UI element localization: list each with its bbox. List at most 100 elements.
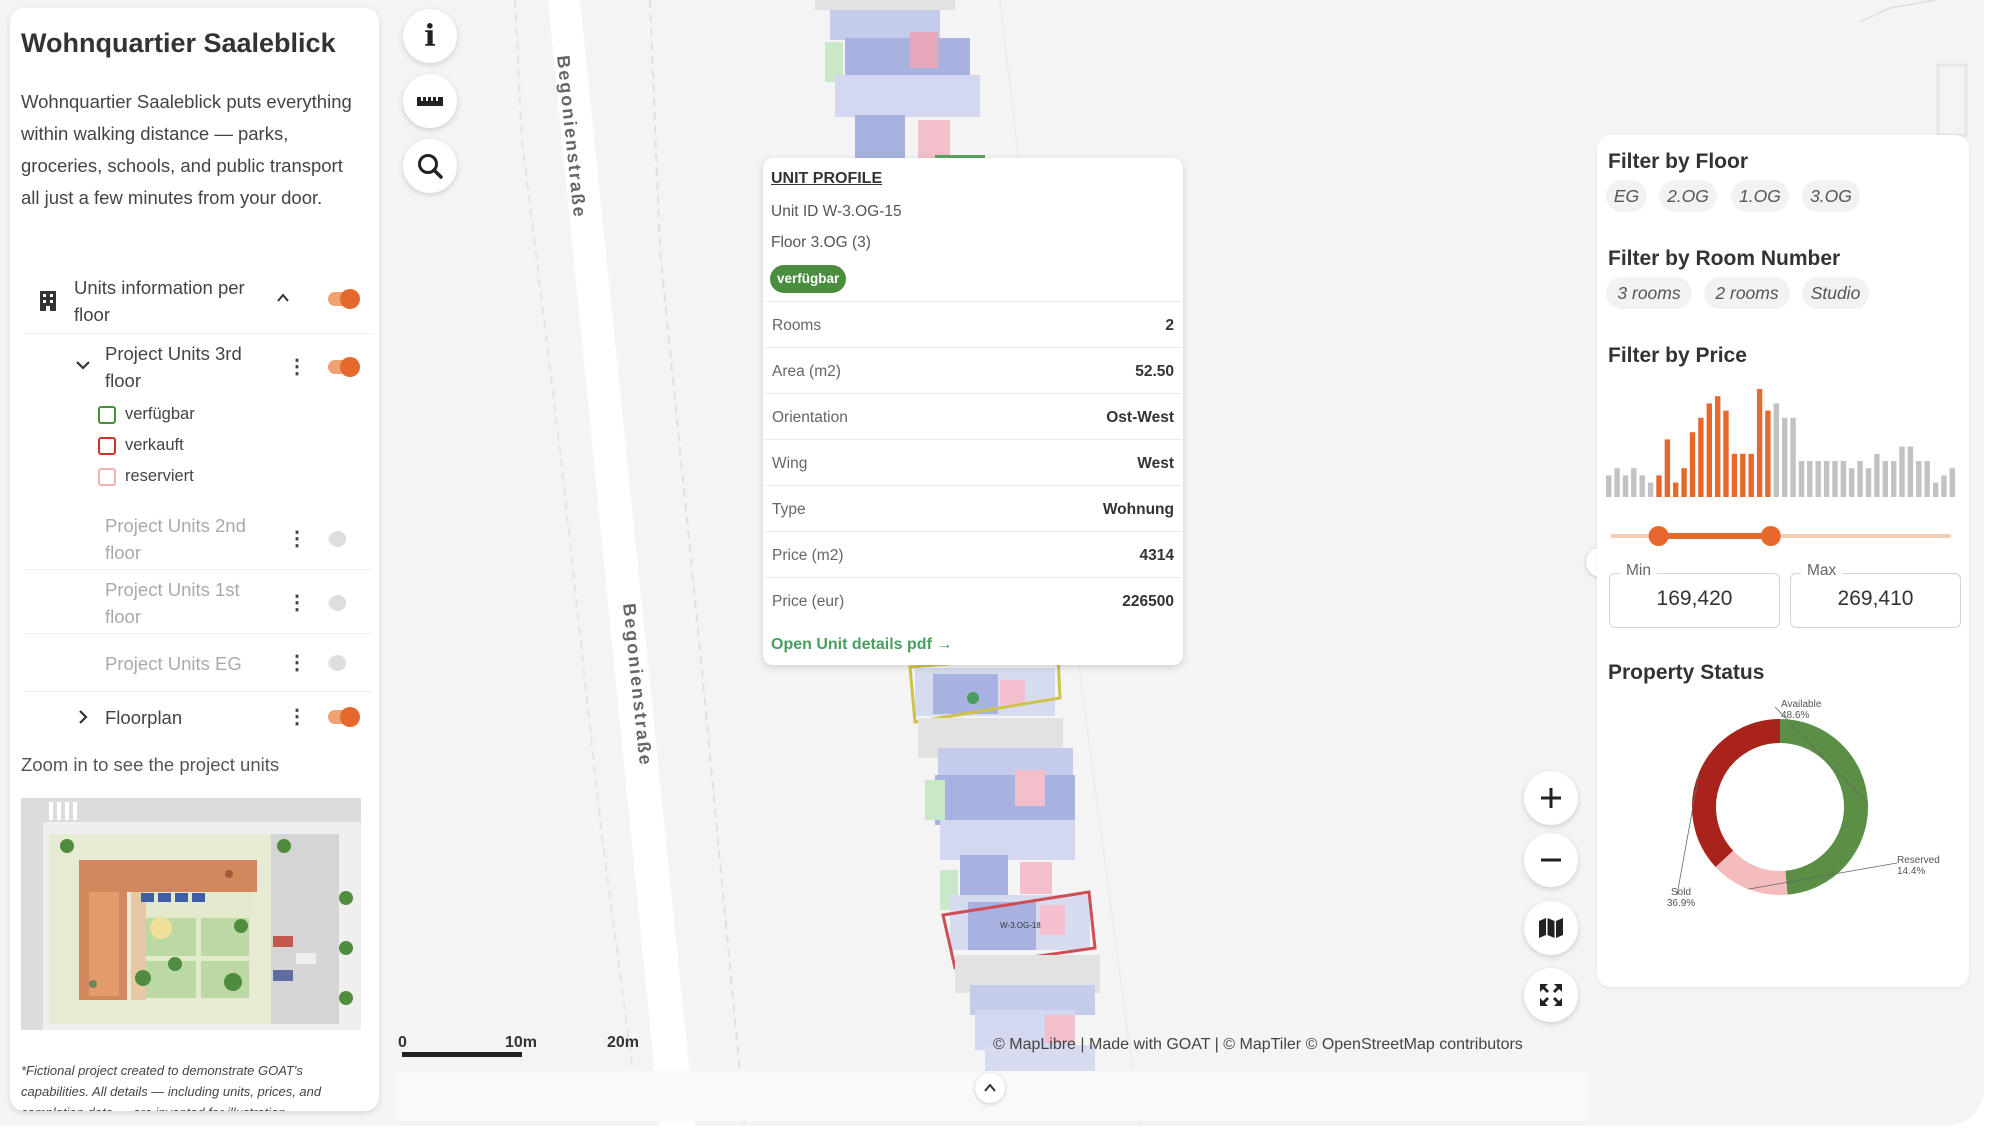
- more-options-icon[interactable]: ⋮: [287, 356, 307, 378]
- fullscreen-button[interactable]: [1524, 968, 1578, 1022]
- histogram-bar: [1756, 389, 1763, 497]
- layer-toggle-3rd-floor[interactable]: [328, 357, 360, 377]
- histogram-bar: [1664, 439, 1671, 497]
- histogram-bar: [1723, 410, 1729, 497]
- donut-slice-sold[interactable]: [1692, 719, 1781, 867]
- legend-swatch-sold: [98, 437, 116, 455]
- histogram-bar: [1941, 475, 1947, 497]
- more-options-icon[interactable]: ⋮: [287, 706, 307, 728]
- zoom-in-button[interactable]: [1524, 771, 1578, 825]
- layer-units-3rd-floor[interactable]: Project Units 3rd floor ⋮: [25, 334, 373, 398]
- map-attribution: © MapLibre | Made with GOAT | © MapTiler…: [993, 1036, 1523, 1053]
- histogram-bar: [1731, 453, 1738, 497]
- popup-title: UNIT PROFILE: [771, 170, 883, 187]
- histogram-bar: [1656, 475, 1662, 497]
- more-options-icon[interactable]: ⋮: [287, 528, 307, 550]
- chevron-right-icon[interactable]: [74, 706, 92, 732]
- slider-max-handle[interactable]: [1760, 526, 1781, 546]
- price-min-label: Min: [1620, 562, 1657, 580]
- rooms-chip-3[interactable]: 3 rooms: [1606, 277, 1692, 309]
- filter-floor-title: Filter by Floor: [1608, 150, 1749, 173]
- layer-toggle-units-info[interactable]: [328, 289, 360, 309]
- layer-group-units-info[interactable]: Units information per floor: [25, 266, 373, 334]
- donut-label: Sold: [1671, 887, 1691, 898]
- measure-button[interactable]: [403, 74, 457, 128]
- legend-label-reserved: reserviert: [125, 467, 194, 485]
- popup-row-rooms: Rooms 2: [764, 301, 1182, 347]
- zoom-out-button[interactable]: [1524, 833, 1578, 887]
- legend-swatch-reserved: [98, 468, 116, 486]
- histogram-bar: [1840, 461, 1847, 497]
- search-button[interactable]: [403, 139, 457, 193]
- legend-label-available: verfügbar: [125, 405, 195, 423]
- unit-floor: Floor 3.OG (3): [771, 234, 871, 251]
- floor-chip-eg[interactable]: EG: [1606, 180, 1647, 212]
- histogram-bar: [1916, 461, 1922, 497]
- donut-percent: 48.6%: [1781, 710, 1809, 721]
- more-options-icon[interactable]: ⋮: [287, 652, 307, 674]
- layer-label-floorplan: Floorplan: [105, 707, 183, 728]
- property-status-title: Property Status: [1608, 661, 1765, 684]
- slider-selected-range: [1658, 533, 1771, 539]
- info-icon: i: [424, 18, 436, 54]
- layer-label-1st-floor: Project Units 1st floor: [105, 579, 240, 627]
- floor-chip-1og[interactable]: 1.OG: [1731, 180, 1789, 212]
- histogram-bar: [1773, 403, 1779, 497]
- histogram-bar: [1899, 446, 1905, 497]
- scale-bar: [402, 1052, 522, 1057]
- histogram-bar: [1949, 468, 1955, 497]
- donut-slice-available[interactable]: [1779, 719, 1868, 895]
- scale-label-20m: 20m: [607, 1034, 640, 1051]
- slider-min-handle[interactable]: [1648, 526, 1669, 546]
- layer-units-1st-floor[interactable]: Project Units 1st floor ⋮: [25, 570, 373, 634]
- layer-toggle-floorplan[interactable]: [328, 707, 360, 727]
- histogram-bar: [1865, 468, 1872, 497]
- more-options-icon[interactable]: ⋮: [287, 592, 307, 614]
- path: [1859, 0, 1936, 23]
- layer-floorplan[interactable]: Floorplan ⋮: [25, 692, 373, 742]
- histogram-bar: [1891, 461, 1897, 497]
- layer-toggle-eg[interactable]: [328, 655, 346, 671]
- unit-id: Unit ID W-3.OG-15: [771, 203, 902, 220]
- layer-toggle-2nd-floor[interactable]: [328, 531, 346, 547]
- layer-units-2nd-floor[interactable]: Project Units 2nd floor ⋮: [25, 506, 373, 570]
- fictional-project-disclaimer: *Fictional project created to demonstrat…: [21, 1063, 322, 1111]
- price-min-value[interactable]: 169,420: [1610, 587, 1779, 611]
- histogram-bar: [1698, 417, 1704, 497]
- building-outline: [1936, 63, 1968, 137]
- price-min-field[interactable]: Min 169,420: [1609, 562, 1780, 628]
- chevron-up-icon: [984, 1083, 996, 1092]
- histogram-bar: [1907, 446, 1914, 497]
- histogram-bar: [1932, 482, 1939, 497]
- price-max-label: Max: [1801, 562, 1843, 580]
- open-unit-pdf-link[interactable]: Open Unit details pdf →: [771, 636, 952, 654]
- price-max-field[interactable]: Max 269,410: [1790, 562, 1961, 628]
- search-icon: [418, 154, 443, 179]
- map-icon: [1539, 918, 1563, 938]
- donut-slice-reserved[interactable]: [1715, 850, 1788, 895]
- rooms-chip-studio[interactable]: Studio: [1802, 277, 1869, 309]
- price-histogram: [1606, 389, 1955, 497]
- price-range-slider[interactable]: [1601, 521, 1955, 551]
- price-max-value[interactable]: 269,410: [1791, 587, 1960, 611]
- popup-row-price-eur: Price (eur) 226500: [764, 577, 1182, 623]
- building-icon: [39, 290, 57, 317]
- rooms-chip-2[interactable]: 2 rooms: [1704, 277, 1790, 309]
- basemap-button[interactable]: [1524, 901, 1578, 955]
- floor-chip-2og[interactable]: 2.OG: [1659, 180, 1717, 212]
- legend-swatch-available: [98, 406, 116, 424]
- histogram-bar: [1631, 468, 1637, 497]
- scale-label-0: 0: [398, 1034, 407, 1051]
- layer-label-units-info: Units information per floor: [74, 277, 245, 325]
- info-button[interactable]: i: [403, 9, 457, 63]
- layer-units-eg[interactable]: Project Units EG ⋮: [25, 634, 373, 692]
- chevron-up-icon[interactable]: [275, 286, 291, 312]
- popup-row-orientation: Orientation Ost-West: [764, 393, 1182, 439]
- floor-chip-3og[interactable]: 3.OG: [1802, 180, 1860, 212]
- histogram-bar: [1689, 432, 1696, 497]
- histogram-bar: [1706, 403, 1712, 497]
- layer-toggle-1st-floor[interactable]: [328, 595, 346, 611]
- expand-bottom-panel-button[interactable]: [975, 1073, 1005, 1103]
- histogram-bar: [1673, 482, 1679, 497]
- chevron-down-icon[interactable]: [74, 354, 92, 380]
